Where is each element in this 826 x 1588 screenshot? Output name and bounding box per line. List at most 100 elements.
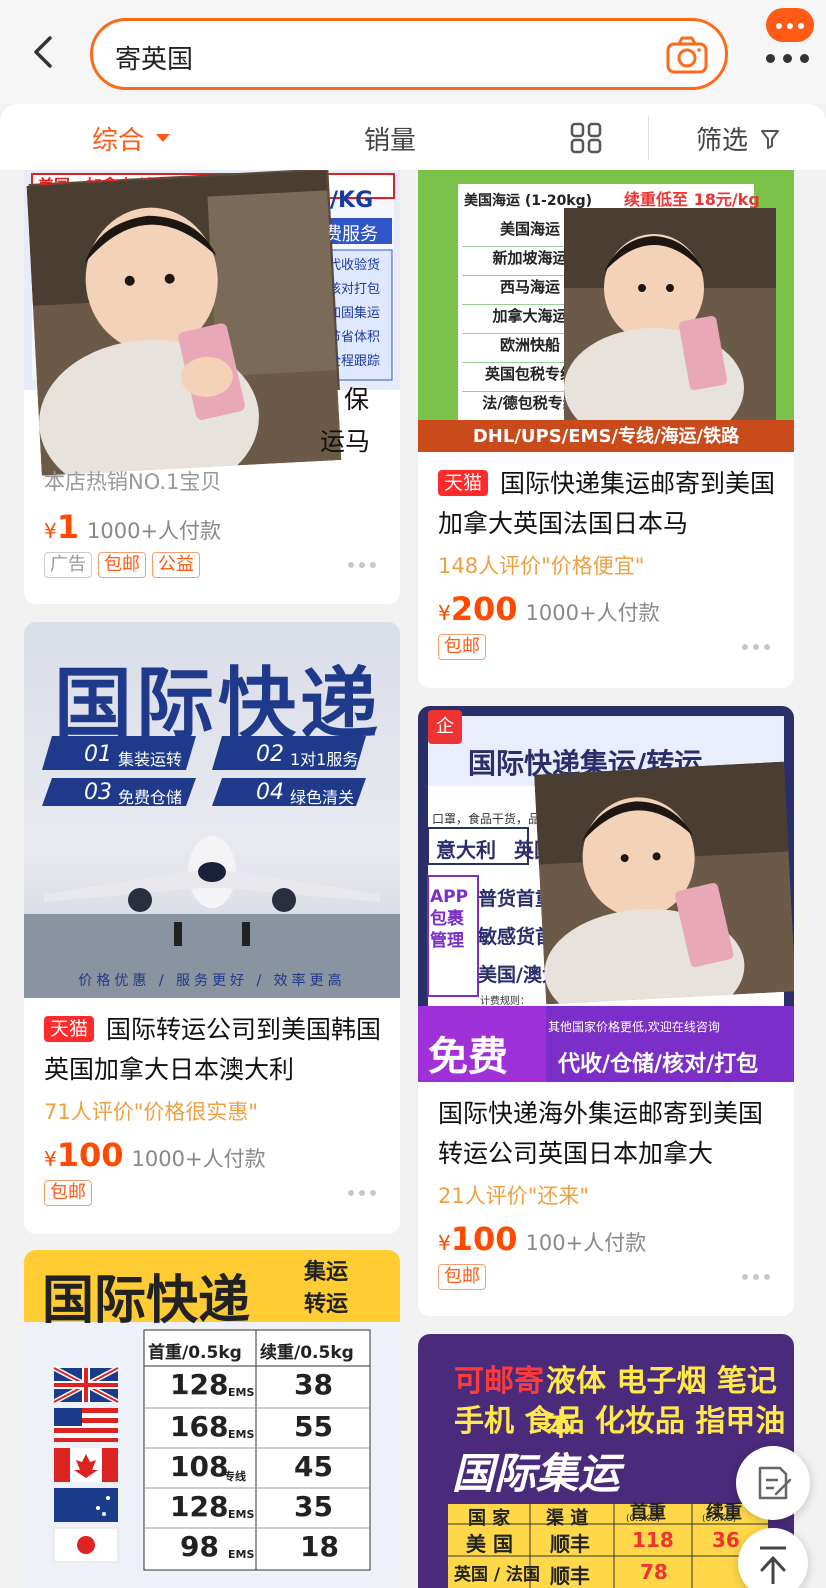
table-subheader: (0.5KG) bbox=[626, 1514, 661, 1524]
image-text: 计费规则： bbox=[480, 996, 530, 1007]
product-title: 天猫 国际转运公司到美国韩国英国加拿大日本澳大利 bbox=[44, 1015, 382, 1084]
image-text: 手机 食品 化妆品 指甲油 bbox=[454, 1404, 786, 1439]
image-text: 意大利 bbox=[436, 838, 496, 862]
sort-sales-tab[interactable]: 销量 bbox=[364, 120, 416, 157]
channel-cell: 专线 bbox=[224, 1470, 246, 1483]
image-text: 核对打包 bbox=[328, 282, 381, 297]
product-title: 国际快递海外集运邮寄到美国转运公司英国日本加拿大 bbox=[438, 1099, 764, 1168]
caret-down-icon[interactable] bbox=[156, 134, 170, 142]
image-text: 续重低至 18元/kg bbox=[624, 190, 760, 209]
table-cell: 78 bbox=[640, 1560, 668, 1584]
table-header: 首重/0.5kg bbox=[148, 1343, 242, 1363]
image-footer: 价格优惠 / 服务更好 / 效率更高 bbox=[78, 973, 346, 989]
more-menu-button[interactable] bbox=[758, 8, 818, 72]
more-dots-icon[interactable] bbox=[758, 54, 818, 64]
product-price: ¥100 1000+人付款 bbox=[44, 1136, 266, 1174]
back-to-top-button[interactable] bbox=[738, 1528, 808, 1588]
card-more-icon[interactable] bbox=[742, 644, 772, 652]
feature-label: 集装运转 bbox=[118, 750, 183, 769]
tag-list: 包邮 bbox=[438, 634, 492, 660]
sort-comprehensive-tab[interactable]: 综合 bbox=[92, 120, 144, 157]
overlay-photo bbox=[564, 208, 776, 420]
image-text: 美国海运 (1-20kg) bbox=[464, 193, 593, 209]
tag-list: 广告 包邮 公益 bbox=[44, 552, 206, 578]
image-headline: 国际集运 bbox=[452, 1449, 621, 1498]
product-review: 148人评价"价格便宜" bbox=[438, 554, 645, 578]
tmall-badge: 天猫 bbox=[438, 470, 489, 496]
card-more-icon[interactable] bbox=[742, 1274, 772, 1282]
channel-cell: EMS bbox=[228, 1548, 255, 1561]
product-price: ¥100 100+人付款 bbox=[438, 1220, 647, 1258]
price-cell: 55 bbox=[294, 1410, 333, 1443]
product-card[interactable]: 国际快递 01 集装运转 02 1对1服务 03 免费仓储 04 绿色清关 价格… bbox=[24, 622, 400, 1234]
feature-label: 绿色清关 bbox=[290, 788, 355, 807]
funnel-icon[interactable] bbox=[760, 128, 780, 150]
arrow-up-icon bbox=[760, 1546, 786, 1584]
overlay-photo bbox=[534, 761, 794, 1005]
enterprise-badge: 企 bbox=[428, 710, 462, 744]
camera-icon[interactable] bbox=[665, 35, 709, 75]
back-arrow-icon[interactable] bbox=[28, 32, 60, 72]
grid-view-icon[interactable] bbox=[570, 122, 602, 154]
image-text: 可邮寄 bbox=[454, 1364, 544, 1399]
filter-bar: 综合 销量 筛选 bbox=[0, 104, 826, 170]
table-cell: 英国 / 法国 bbox=[454, 1565, 541, 1585]
feature-label: 免费仓储 bbox=[118, 788, 183, 807]
search-input[interactable]: 寄英国 bbox=[115, 39, 193, 76]
product-price: ¥200 1000+人付款 bbox=[438, 590, 660, 628]
image-text: 免费 bbox=[428, 1034, 508, 1080]
feature-num: 02 bbox=[256, 742, 284, 767]
price-cell: 98 bbox=[180, 1530, 219, 1563]
image-text: 集运 bbox=[304, 1260, 349, 1285]
divider bbox=[648, 116, 649, 160]
charity-tag: 公益 bbox=[152, 552, 200, 578]
price-cell: 108 bbox=[170, 1450, 229, 1483]
feature-num: 03 bbox=[84, 780, 112, 805]
image-headline: 国际快递 bbox=[54, 659, 383, 750]
search-box[interactable]: 寄英国 bbox=[90, 18, 728, 90]
product-review: 21人评价"还来" bbox=[438, 1184, 590, 1208]
price-cell: 18 bbox=[300, 1530, 339, 1563]
card-more-icon[interactable] bbox=[348, 1190, 378, 1198]
price-cell: 168 bbox=[170, 1410, 229, 1443]
channel-cell: EMS bbox=[228, 1428, 255, 1441]
table-cell: 顺丰 bbox=[550, 1532, 590, 1556]
image-text: /KG bbox=[330, 188, 374, 213]
image-text: 节省体积 bbox=[328, 330, 381, 345]
image-text: 加固集运 bbox=[328, 306, 381, 321]
ad-tag: 广告 bbox=[44, 552, 92, 578]
feature-num: 04 bbox=[256, 780, 284, 805]
image-text: 其他国家价格更低,欢迎在线咨询 bbox=[548, 1020, 720, 1034]
table-header: 国 家 bbox=[468, 1508, 511, 1529]
top-bar: 寄英国 bbox=[0, 0, 826, 104]
product-title: 天猫 国际快递集运邮寄到美国加拿大英国法国日本马 bbox=[438, 469, 776, 538]
product-card[interactable]: 美国，加拿大 澳洲 /KG 费服务 代收验货 核对打包 加固集运 节省体积 全程… bbox=[24, 170, 400, 604]
product-subtitle: 本店热销NO.1宝贝 bbox=[44, 470, 222, 494]
filter-button[interactable]: 筛选 bbox=[696, 120, 748, 157]
image-text: 代收验货 bbox=[328, 258, 381, 273]
price-cell: 128 bbox=[170, 1490, 229, 1523]
channel-cell: EMS bbox=[228, 1508, 255, 1521]
product-card[interactable]: 国际快递 集运 转运 首重/0.5kg 续重/0.5kg 128 EMS 38 … bbox=[24, 1250, 400, 1588]
free-shipping-tag: 包邮 bbox=[438, 634, 486, 660]
edit-feedback-button[interactable] bbox=[736, 1446, 810, 1520]
table-subheader: (0.5KG) bbox=[702, 1514, 737, 1524]
tag-list: 包邮 bbox=[44, 1180, 98, 1206]
card-more-icon[interactable] bbox=[348, 562, 378, 570]
feature-num: 01 bbox=[84, 742, 112, 767]
overlay-photo bbox=[26, 170, 342, 476]
free-shipping-tag: 包邮 bbox=[98, 552, 146, 578]
product-title-fragment: 保 bbox=[344, 385, 370, 414]
table-cell: 顺丰 bbox=[550, 1564, 590, 1588]
product-card[interactable]: 企 国际快递集运/转运 口罩，食品干货，品牌， 意大利 英国 APP包裹管理 普… bbox=[418, 706, 794, 1316]
table-cell: 118 bbox=[632, 1528, 674, 1552]
table-header: 续重/0.5kg bbox=[260, 1343, 354, 1363]
table-header: 渠 道 bbox=[546, 1508, 589, 1529]
product-review: 71人评价"价格很实惠" bbox=[44, 1100, 259, 1124]
message-badge-icon[interactable] bbox=[766, 8, 814, 42]
channel-cell: EMS bbox=[228, 1386, 255, 1399]
free-shipping-tag: 包邮 bbox=[44, 1180, 92, 1206]
tag-list: 包邮 bbox=[438, 1264, 492, 1290]
product-title-fragment: 运马 bbox=[320, 427, 371, 456]
product-card[interactable]: 美国海运 (1-20kg) 续重低至 18元/kg 美国海运 新加坡海运 西马海… bbox=[418, 170, 794, 688]
